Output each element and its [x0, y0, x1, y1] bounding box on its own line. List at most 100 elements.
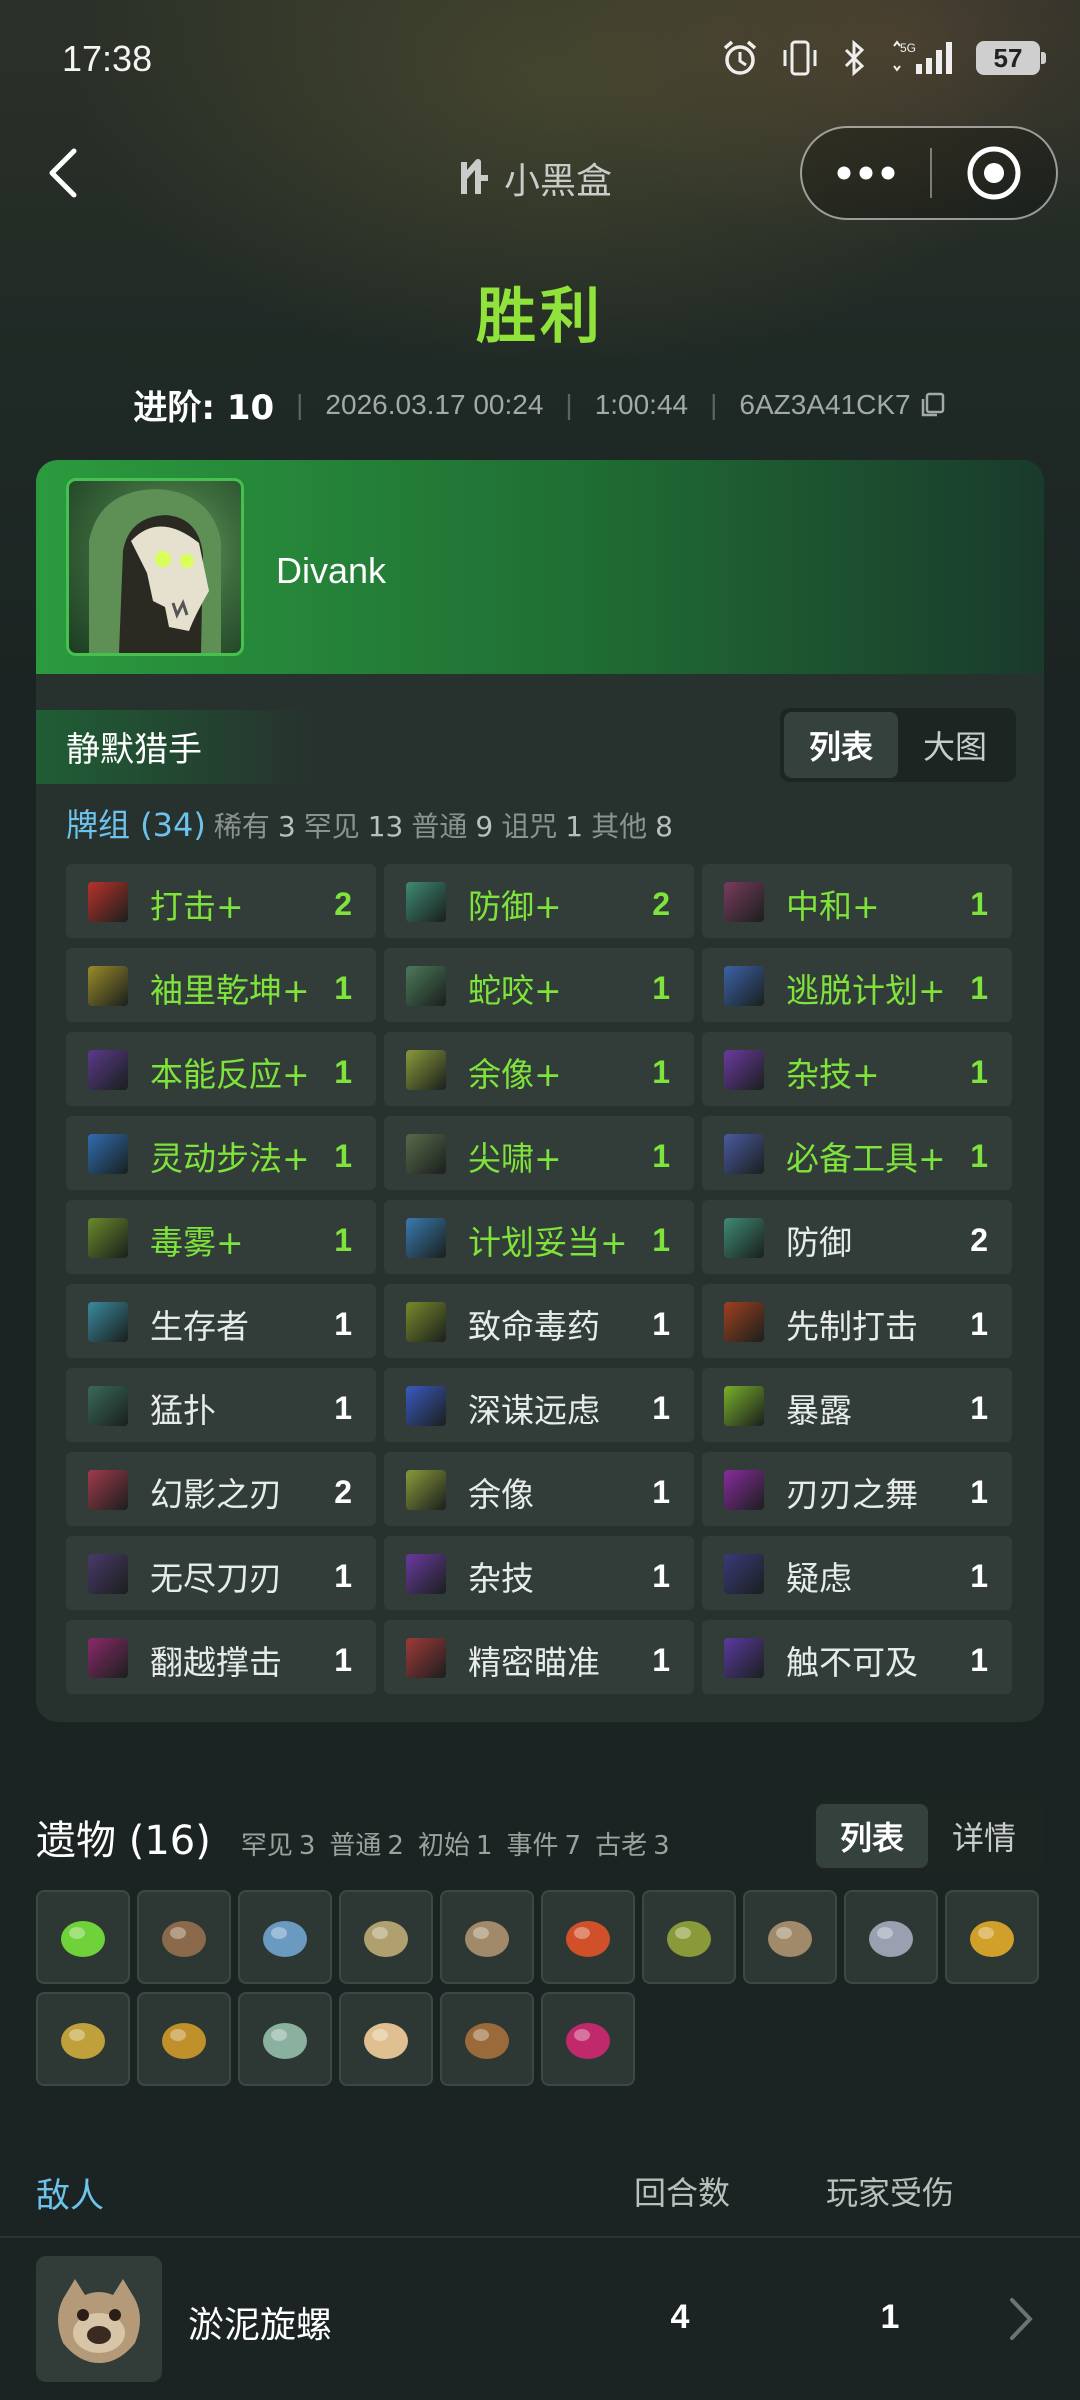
relic-rarity-label: 古老: [595, 1831, 648, 1861]
card-name: 生存者: [150, 1307, 249, 1346]
other-label: 其他: [591, 810, 648, 843]
status-bar: 17:38 5G 57: [0, 0, 1080, 120]
relic-item[interactable]: [945, 1890, 1039, 1984]
run-duration: 1:00:44: [594, 388, 689, 420]
card-item[interactable]: 毒雾+ 1: [66, 1200, 376, 1274]
card-item[interactable]: 深谋远虑 1: [384, 1368, 694, 1442]
enemies-divider: [0, 2236, 1080, 2238]
card-item[interactable]: 精密瞄准 1: [384, 1620, 694, 1694]
relic-item[interactable]: [440, 1890, 534, 1984]
more-button[interactable]: [802, 128, 930, 218]
map-icon: [364, 1921, 408, 1957]
relics-view-detail-tab[interactable]: 详情: [928, 1804, 1040, 1868]
relics-title: 遗物 (16): [36, 1818, 211, 1864]
teapot-icon: [263, 2023, 307, 2059]
card-art-icon: [724, 1554, 764, 1594]
card-item[interactable]: 中和+ 1: [702, 864, 1012, 938]
close-mini-program-button[interactable]: [932, 128, 1056, 218]
deck-view-list-tab[interactable]: 列表: [784, 712, 898, 778]
relic-item[interactable]: [339, 1890, 433, 1984]
relics-view-list-tab[interactable]: 列表: [816, 1804, 928, 1868]
scroll-icon: [263, 1921, 307, 1957]
card-item[interactable]: 逃脱计划+ 1: [702, 948, 1012, 1022]
deck-summary: 牌组 (34) 稀有 3 罕见 13 普通 9 诅咒 1 其他 8: [66, 800, 673, 846]
relic-item[interactable]: [137, 1992, 231, 2086]
relic-item[interactable]: [440, 1992, 534, 2086]
deck-view-grid-tab[interactable]: 大图: [898, 712, 1012, 778]
signal-icon: 5G: [890, 36, 956, 80]
relic-rarity-label: 初始: [417, 1831, 470, 1861]
card-item[interactable]: 余像+ 1: [384, 1032, 694, 1106]
run-meta: 进阶: 10 | 2026.03.17 00:24 | 1:00:44 | 6A…: [0, 380, 1080, 429]
card-item[interactable]: 防御 2: [702, 1200, 1012, 1274]
card-name: 幻影之刃: [150, 1475, 282, 1514]
target-icon: [967, 146, 1021, 200]
relic-item[interactable]: [238, 1992, 332, 2086]
card-item[interactable]: 杂技 1: [384, 1536, 694, 1610]
relic-rarity-value: 3: [653, 1831, 670, 1861]
card-name: 防御: [786, 1223, 852, 1262]
svg-text:5G: 5G: [900, 41, 916, 55]
card-name: 致命毒药: [468, 1307, 600, 1346]
turtle-icon: [768, 1921, 812, 1957]
card-art-icon: [88, 1302, 128, 1342]
relic-item[interactable]: [844, 1890, 938, 1984]
back-button[interactable]: [40, 145, 90, 201]
common-count: 9: [475, 810, 494, 843]
relic-item[interactable]: [541, 1890, 635, 1984]
card-item[interactable]: 先制打击 1: [702, 1284, 1012, 1358]
card-item[interactable]: 本能反应+ 1: [66, 1032, 376, 1106]
relic-rarity-label: 普通: [329, 1831, 382, 1861]
relics-header: 遗物 (16) 罕见 3 普通 2 初始 1 事件 7 古老 3: [36, 1808, 670, 1866]
card-item[interactable]: 防御+ 2: [384, 864, 694, 938]
card-item[interactable]: 蛇咬+ 1: [384, 948, 694, 1022]
meta-separator: |: [710, 388, 718, 420]
relic-item[interactable]: [743, 1890, 837, 1984]
card-item[interactable]: 幻影之刃 2: [66, 1452, 376, 1526]
card-item[interactable]: 打击+ 2: [66, 864, 376, 938]
brand-name: 小黑盒: [504, 161, 613, 202]
uncommon-label: 罕见: [303, 810, 360, 843]
relic-item[interactable]: [238, 1890, 332, 1984]
card-name: 杂技: [468, 1559, 534, 1598]
card-count: 1: [652, 1474, 670, 1510]
card-art-icon: [406, 882, 446, 922]
card-count: 1: [334, 1054, 352, 1090]
card-item[interactable]: 猛扑 1: [66, 1368, 376, 1442]
enemy-name: 淤泥旋螺: [188, 2305, 333, 2346]
card-item[interactable]: 致命毒药 1: [384, 1284, 694, 1358]
card-item[interactable]: 暴露 1: [702, 1368, 1012, 1442]
common-label: 普通: [411, 810, 468, 843]
card-item[interactable]: 尖啸+ 1: [384, 1116, 694, 1190]
card-item[interactable]: 杂技+ 1: [702, 1032, 1012, 1106]
card-item[interactable]: 翻越撑击 1: [66, 1620, 376, 1694]
card-item[interactable]: 触不可及 1: [702, 1620, 1012, 1694]
card-item[interactable]: 无尽刀刃 1: [66, 1536, 376, 1610]
relic-rarity-value: 2: [387, 1831, 404, 1861]
card-item[interactable]: 余像 1: [384, 1452, 694, 1526]
relic-item[interactable]: [137, 1890, 231, 1984]
card-item[interactable]: 疑虑 1: [702, 1536, 1012, 1610]
whetstone-icon: [465, 2023, 509, 2059]
card-item[interactable]: 灵动步法+ 1: [66, 1116, 376, 1190]
copy-icon[interactable]: [919, 391, 947, 419]
card-item[interactable]: 袖里乾坤+ 1: [66, 948, 376, 1022]
enemy-row[interactable]: 淤泥旋螺 4 1: [0, 2256, 1080, 2386]
relic-rarity-count: 事件 7: [507, 1825, 582, 1862]
other-count: 8: [655, 810, 673, 843]
card-count: 1: [652, 970, 670, 1006]
rare-label: 稀有: [213, 810, 270, 843]
relic-item[interactable]: [36, 1890, 130, 1984]
relic-item[interactable]: [642, 1890, 736, 1984]
card-item[interactable]: 刃刃之舞 1: [702, 1452, 1012, 1526]
card-item[interactable]: 生存者 1: [66, 1284, 376, 1358]
relic-item[interactable]: [36, 1992, 130, 2086]
relic-item[interactable]: [541, 1992, 635, 2086]
card-item[interactable]: 计划妥当+ 1: [384, 1200, 694, 1274]
card-count: 1: [334, 1642, 352, 1678]
relic-item[interactable]: [339, 1992, 433, 2086]
chevron-right-icon: [1010, 2298, 1033, 2340]
card-name: 蛇咬+: [468, 971, 562, 1010]
card-item[interactable]: 必备工具+ 1: [702, 1116, 1012, 1190]
battery-icon: 57: [976, 41, 1046, 75]
